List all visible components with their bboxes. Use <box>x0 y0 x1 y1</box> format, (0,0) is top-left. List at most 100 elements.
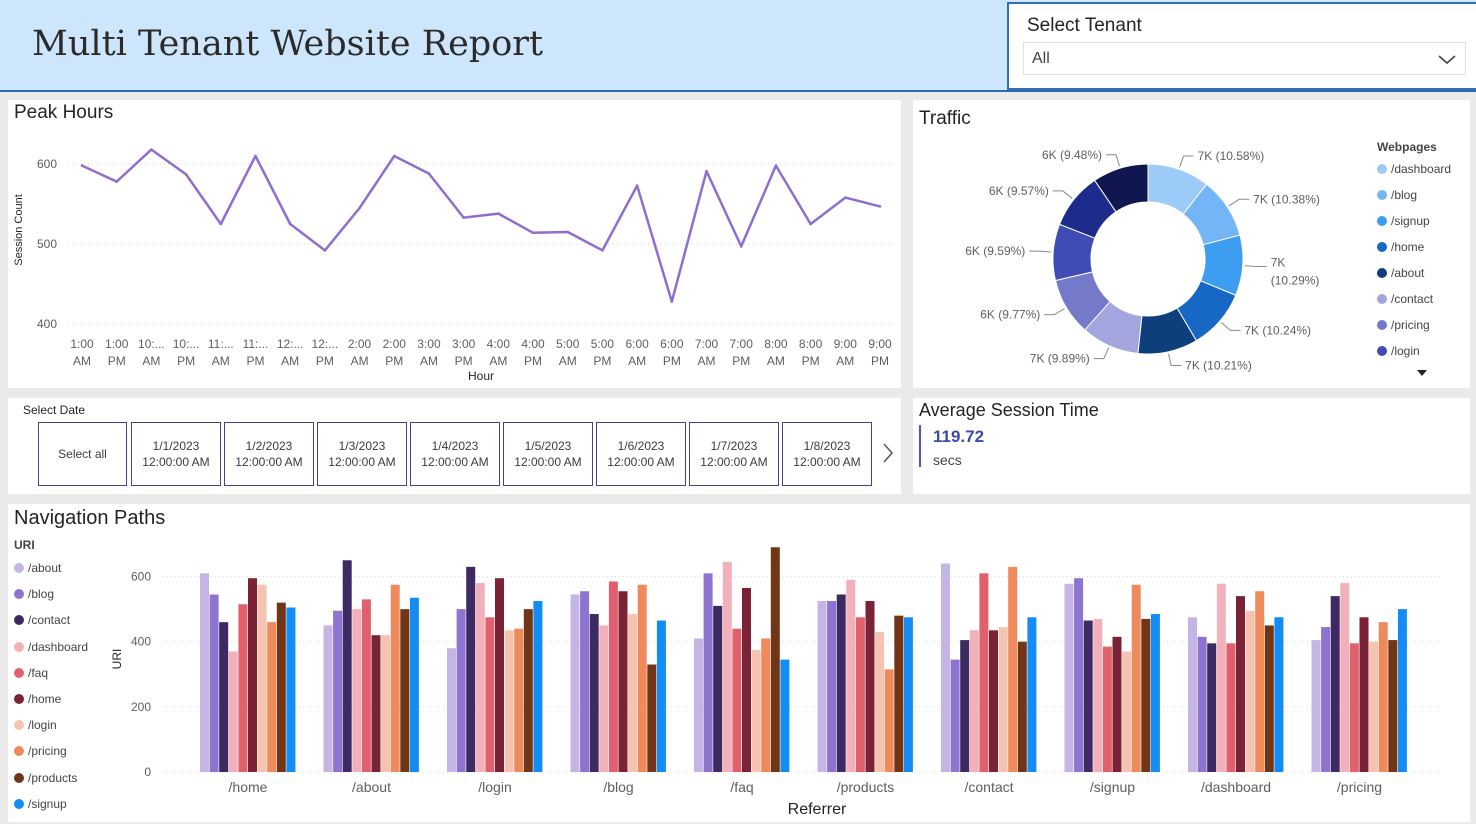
date-tile-label: 1/5/2023 12:00:00 AM <box>514 438 581 470</box>
legend-item[interactable]: /pricing <box>14 744 67 758</box>
legend-label: /faq <box>28 665 49 680</box>
legend-item[interactable]: /contact <box>14 613 70 627</box>
data-label: 7K (10.29%) <box>1271 256 1320 288</box>
bar <box>1255 591 1265 772</box>
x-tick-label: 10:... AM <box>138 337 165 368</box>
bar <box>846 579 856 772</box>
date-tile[interactable]: 1/4/2023 12:00:00 AM <box>410 422 500 486</box>
date-tile[interactable]: 1/3/2023 12:00:00 AM <box>317 422 407 486</box>
bar <box>1188 617 1197 772</box>
legend-item[interactable]: /home <box>14 692 61 706</box>
legend-item[interactable]: /pricing <box>1377 318 1430 332</box>
legend-item[interactable]: /contact <box>1377 292 1433 306</box>
legend-item[interactable]: /blog <box>14 587 54 601</box>
date-tile-time: 12:00:00 AM <box>607 455 675 469</box>
bar <box>855 617 865 772</box>
legend-item[interactable]: /signup <box>1377 214 1430 228</box>
legend-item[interactable]: /about <box>14 561 61 575</box>
bar <box>1017 641 1027 772</box>
x-tick-label: 3:00 PM <box>452 337 476 368</box>
legend-item[interactable]: /about <box>1377 266 1424 280</box>
date-tile-select-all[interactable]: Select all <box>38 422 127 486</box>
legend-item[interactable]: /dashboard <box>14 640 88 654</box>
date-tile-date: 1/1/2023 <box>152 439 200 453</box>
kpi-accent-bar <box>919 425 921 467</box>
data-label: 6K (9.59%) <box>965 244 1025 258</box>
bar <box>1064 583 1074 772</box>
bar <box>1388 640 1398 772</box>
bar <box>979 573 989 772</box>
bar <box>827 601 837 772</box>
data-label: 7K (10.24%) <box>1244 323 1311 337</box>
data-point <box>150 148 153 151</box>
average-session-title: Average Session Time <box>919 400 1099 420</box>
bar <box>1245 610 1255 772</box>
date-tile-label: 1/7/2023 12:00:00 AM <box>700 438 767 470</box>
x-tick-label: 3:00 AM <box>417 337 441 368</box>
tenant-dropdown-value: All <box>1032 50 1050 67</box>
date-tile[interactable]: 1/6/2023 12:00:00 AM <box>596 422 686 486</box>
legend-item[interactable]: /signup <box>14 797 67 811</box>
legend-label: /pricing <box>1391 318 1430 332</box>
bar <box>361 599 371 772</box>
bar <box>1216 583 1226 772</box>
bar <box>1112 636 1122 772</box>
chevron-right-icon[interactable] <box>880 438 896 468</box>
tenant-dropdown[interactable]: All <box>1023 42 1466 75</box>
bar <box>989 630 998 772</box>
x-tick-label: /about <box>352 779 391 795</box>
peak-hours-visual: Peak Hours 400 500 600 1:00 AM 1:00 PM 10:... AM… <box>8 100 901 388</box>
legend-item[interactable]: /blog <box>1377 188 1417 202</box>
bar <box>703 573 713 772</box>
legend-item[interactable]: /login <box>1377 344 1420 358</box>
bar <box>998 627 1008 772</box>
bar <box>1008 566 1018 772</box>
legend-label: /home <box>28 692 62 706</box>
date-tile-label: Select all <box>58 447 107 461</box>
bar <box>485 617 495 772</box>
x-tick-label: 9:00 AM <box>834 337 858 368</box>
date-tile-time: 12:00:00 AM <box>793 455 861 469</box>
date-tile[interactable]: 1/5/2023 12:00:00 AM <box>503 422 593 486</box>
bar <box>865 601 875 772</box>
data-label: 6K (9.48%) <box>1042 148 1102 162</box>
data-point <box>80 164 84 167</box>
legend-item[interactable]: /home <box>1377 240 1424 254</box>
date-tile[interactable]: 1/2/2023 12:00:00 AM <box>224 422 314 486</box>
data-point <box>427 172 431 175</box>
bar <box>400 609 410 772</box>
tenant-slicer-label: Select Tenant <box>1027 15 1142 36</box>
caret-down-icon[interactable] <box>1416 368 1428 378</box>
navigation-paths-chart: 0 200 400 600/home/about/login/blog/faq/pro… <box>110 547 1443 818</box>
x-tick-label: 7:00 PM <box>730 337 754 368</box>
legend-label: /dashboard <box>28 639 89 654</box>
legend-label: /home <box>1391 240 1425 254</box>
data-label: 6K (9.57%) <box>989 184 1049 198</box>
date-tile-label: 1/8/2023 12:00:00 AM <box>793 438 860 470</box>
bar <box>722 561 732 772</box>
legend-swatch <box>14 615 24 626</box>
data-point <box>358 206 361 210</box>
bar <box>742 587 751 772</box>
date-tile[interactable]: 1/8/2023 12:00:00 AM <box>782 422 872 486</box>
bar <box>713 605 723 772</box>
data-point <box>462 216 465 219</box>
bar <box>836 594 846 772</box>
legend-item[interactable]: /dashboard <box>1377 162 1451 176</box>
date-tile[interactable]: 1/1/2023 12:00:00 AM <box>131 422 221 486</box>
bar <box>894 615 904 772</box>
y-tick-label: 400 <box>131 635 151 649</box>
legend-swatch <box>1377 242 1387 252</box>
bar <box>352 609 362 772</box>
date-tile[interactable]: 1/7/2023 12:00:00 AM <box>689 422 779 486</box>
legend-item[interactable]: /products <box>14 771 77 785</box>
bar <box>1349 643 1359 772</box>
legend-label: /dashboard <box>1391 162 1452 176</box>
legend-item[interactable]: /login <box>14 718 57 732</box>
legend-item[interactable]: /faq <box>14 666 48 680</box>
data-point <box>219 222 223 226</box>
bar <box>342 560 352 772</box>
bar <box>447 648 456 772</box>
bar <box>1378 622 1388 772</box>
leader-line <box>1244 265 1267 268</box>
